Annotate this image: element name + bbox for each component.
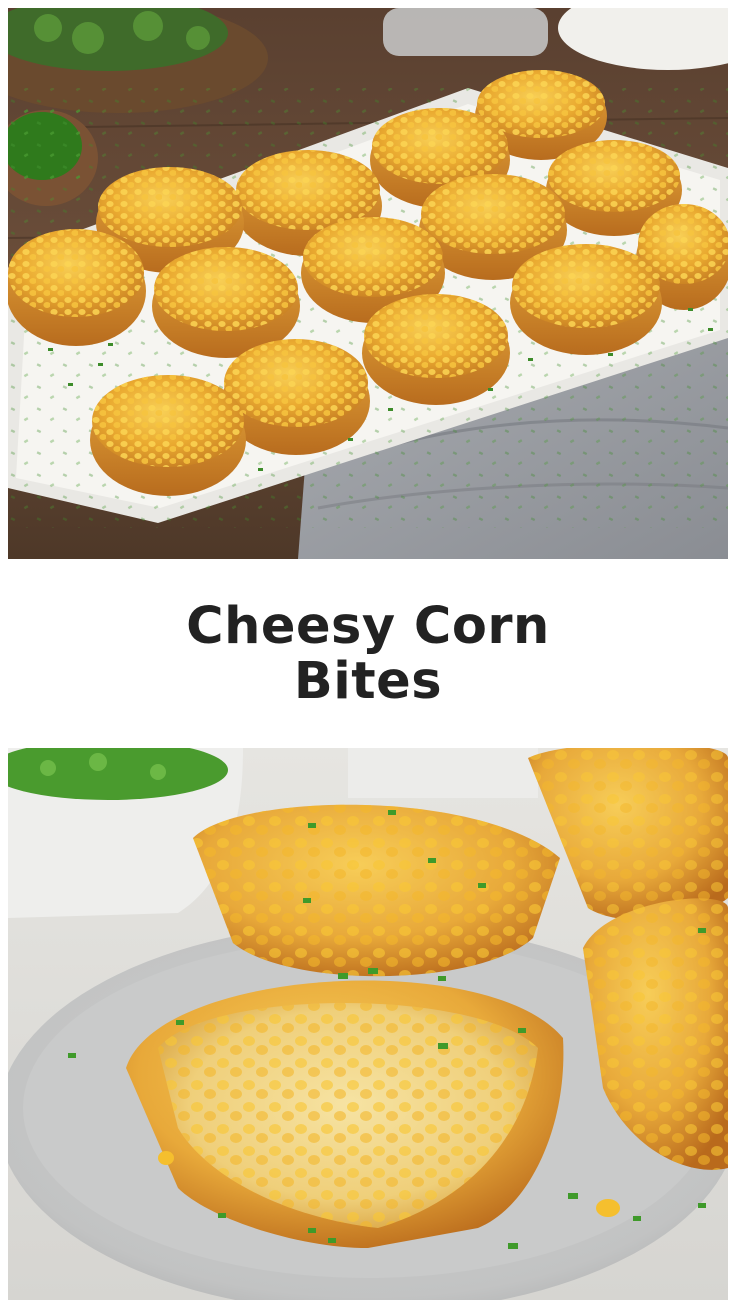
corn-bite	[362, 294, 510, 405]
title-band: Cheesy Corn Bites	[0, 559, 736, 748]
background-bowl	[348, 748, 538, 798]
page-title: Cheesy Corn Bites	[186, 596, 550, 711]
corn-bite	[8, 229, 146, 346]
bottom-photo-illustration	[8, 748, 728, 1300]
corn-bite	[510, 244, 662, 355]
bottom-photo	[8, 748, 728, 1300]
water-glass	[383, 8, 548, 56]
top-photo-illustration	[8, 8, 728, 559]
corn-bite	[193, 804, 560, 977]
corn-bite	[90, 375, 246, 496]
top-photo	[8, 8, 728, 559]
